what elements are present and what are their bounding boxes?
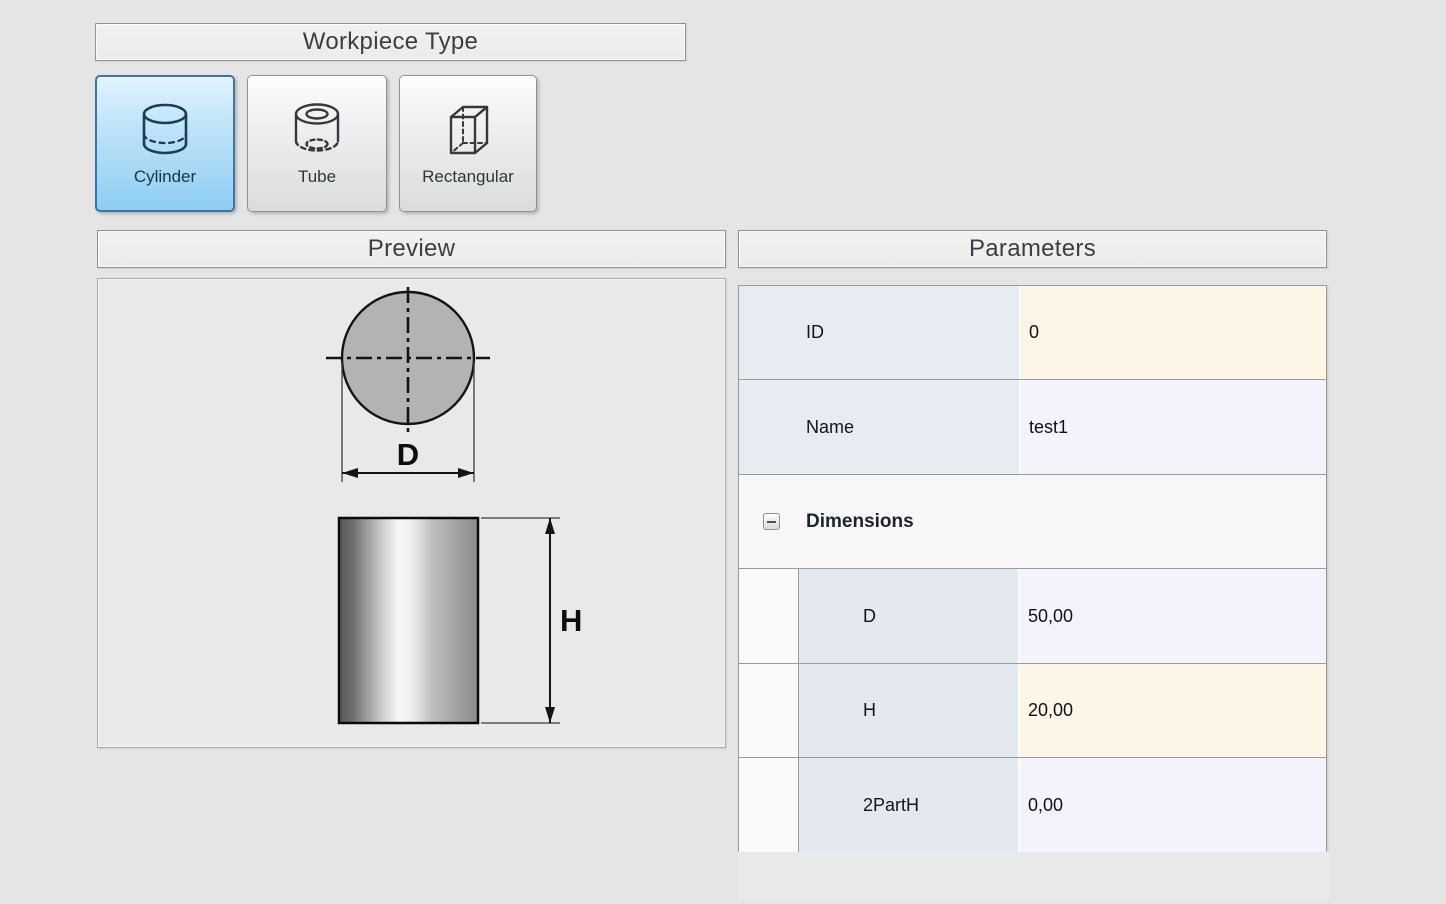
parameters-table: ID 0 Name test1 Dimensions D 50,00 H — [738, 285, 1327, 851]
preview-panel: D H — [97, 278, 726, 748]
param-label: 2PartH — [863, 795, 919, 816]
rectangular-button-label: Rectangular — [422, 167, 514, 187]
param-label: H — [863, 700, 876, 721]
minus-box-icon[interactable] — [763, 513, 780, 530]
param-value: 0,00 — [1028, 795, 1063, 816]
box-3d-icon — [435, 100, 501, 160]
tube-3d-icon — [284, 100, 350, 160]
param-label: Name — [806, 417, 854, 438]
cylinder-button-label: Cylinder — [134, 167, 196, 187]
param-label-cell: 2PartH — [799, 758, 1018, 852]
h-dimension-label: H — [560, 603, 582, 638]
parameters-header: Parameters — [738, 230, 1327, 268]
param-row-name: Name test1 — [739, 380, 1326, 475]
param-label-cell: H — [799, 664, 1018, 757]
workpiece-type-header: Workpiece Type — [95, 23, 686, 61]
param-row-h: H 20,00 — [739, 664, 1326, 758]
param-label: D — [863, 606, 876, 627]
top-view-circle — [326, 287, 490, 437]
d-dimension-label: D — [397, 437, 419, 472]
param-label-cell: ID — [739, 286, 1019, 379]
row-indent-gutter — [739, 664, 799, 757]
param-value: test1 — [1029, 417, 1068, 438]
param-row-d: D 50,00 — [739, 569, 1326, 664]
tube-type-button[interactable]: Tube — [247, 75, 387, 212]
preview-title: Preview — [368, 235, 455, 263]
param-value-cell[interactable]: test1 — [1019, 380, 1326, 474]
param-value-cell[interactable]: 0,00 — [1018, 758, 1326, 852]
workpiece-type-title: Workpiece Type — [303, 28, 478, 56]
workpiece-setup-screen: { "workpiece_type": { "title": "Workpiec… — [0, 0, 1446, 904]
group-label: Dimensions — [806, 511, 914, 533]
param-value-cell[interactable]: 0 — [1019, 286, 1326, 379]
parameters-panel-footer — [738, 852, 1330, 899]
param-value: 20,00 — [1028, 700, 1073, 721]
tube-button-label: Tube — [298, 167, 336, 187]
h-dimension: H — [481, 518, 582, 723]
param-value: 50,00 — [1028, 606, 1073, 627]
row-indent-gutter — [739, 758, 799, 852]
param-label-cell: Name — [739, 380, 1019, 474]
side-view-cylinder — [339, 518, 478, 723]
param-label-cell: D — [799, 569, 1018, 663]
workpiece-preview-drawing: D H — [98, 279, 725, 747]
cylinder-3d-icon — [132, 100, 198, 160]
row-indent-gutter — [739, 569, 799, 663]
rectangular-type-button[interactable]: Rectangular — [399, 75, 537, 212]
param-label: ID — [806, 322, 824, 343]
parameters-title: Parameters — [969, 235, 1096, 263]
param-value: 0 — [1029, 322, 1039, 343]
param-group-dimensions[interactable]: Dimensions — [739, 475, 1326, 569]
param-value-cell[interactable]: 20,00 — [1018, 664, 1326, 757]
cylinder-type-button[interactable]: Cylinder — [95, 75, 235, 212]
param-row-2parth: 2PartH 0,00 — [739, 758, 1326, 852]
preview-header: Preview — [97, 230, 726, 268]
param-value-cell[interactable]: 50,00 — [1018, 569, 1326, 663]
param-row-id: ID 0 — [739, 286, 1326, 380]
